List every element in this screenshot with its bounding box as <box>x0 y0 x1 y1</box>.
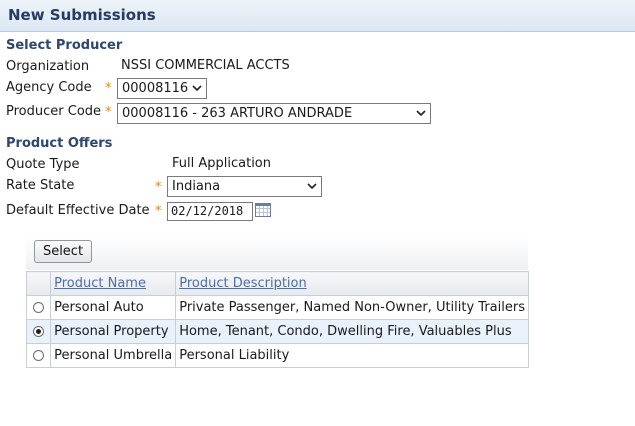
effective-date-label: Default Effective Date <box>6 203 150 218</box>
select-button[interactable]: Select <box>34 240 92 263</box>
agency-code-value: 00008116 <box>122 81 189 96</box>
rate-state-value: Indiana <box>172 179 221 194</box>
product-description-cell: Private Passenger, Named Non-Owner, Util… <box>175 295 529 320</box>
agency-code-label: Agency Code <box>6 80 92 95</box>
product-name-cell: Personal Umbrella <box>50 343 177 368</box>
rate-state-select[interactable]: Indiana <box>167 176 322 197</box>
product-description-cell: Personal Liability <box>175 343 529 368</box>
product-offers-heading: Product Offers <box>6 136 113 151</box>
agency-code-select[interactable]: 00008116 <box>117 78 207 99</box>
organization-value: NSSI COMMERCIAL ACCTS <box>121 58 290 73</box>
calendar-icon[interactable] <box>255 203 271 217</box>
products-table: Product Name Product Description Persona… <box>25 271 529 368</box>
effective-date-input[interactable]: 02/12/2018 <box>167 202 253 221</box>
product-name-column-header[interactable]: Product Name <box>50 271 177 296</box>
quote-type-label: Quote Type <box>6 157 80 172</box>
chevron-down-icon <box>192 85 202 91</box>
product-description-cell: Home, Tenant, Condo, Dwelling Fire, Valu… <box>175 319 529 344</box>
row-radio-cell[interactable] <box>25 295 52 320</box>
producer-code-required-marker: * <box>105 105 112 120</box>
chevron-down-icon <box>307 183 317 189</box>
producer-code-select[interactable]: 00008116 - 263 ARTURO ANDRADE <box>117 103 431 124</box>
product-name-sort-link[interactable]: Product Name <box>54 276 146 291</box>
personal-umbrella-radio[interactable] <box>33 350 45 361</box>
chevron-down-icon <box>416 110 426 116</box>
table-row[interactable]: Personal Property Home, Tenant, Condo, D… <box>25 319 529 344</box>
producer-code-value: 00008116 - 263 ARTURO ANDRADE <box>122 106 353 121</box>
producer-code-label: Producer Code <box>6 104 102 119</box>
table-row[interactable]: Personal Auto Private Passenger, Named N… <box>25 295 529 320</box>
organization-label: Organization <box>6 59 90 74</box>
product-name-cell: Personal Auto <box>50 295 177 320</box>
table-row[interactable]: Personal Umbrella Personal Liability <box>25 343 529 368</box>
rate-state-required-marker: * <box>155 180 162 195</box>
personal-property-radio[interactable] <box>33 326 45 337</box>
product-description-column-header[interactable]: Product Description <box>175 271 529 296</box>
table-header-row: Product Name Product Description <box>25 271 529 296</box>
page-title: New Submissions <box>8 6 156 24</box>
agency-code-required-marker: * <box>105 81 112 96</box>
effective-date-required-marker: * <box>155 204 162 219</box>
select-producer-heading: Select Producer <box>6 38 123 53</box>
radio-column-header <box>25 271 52 296</box>
row-radio-cell[interactable] <box>25 343 52 368</box>
products-toolbar <box>26 237 528 270</box>
product-description-sort-link[interactable]: Product Description <box>179 276 307 291</box>
product-name-cell: Personal Property <box>50 319 177 344</box>
rate-state-label: Rate State <box>6 178 75 193</box>
quote-type-value: Full Application <box>172 156 271 171</box>
personal-auto-radio[interactable] <box>33 302 45 313</box>
row-radio-cell[interactable] <box>25 319 52 344</box>
